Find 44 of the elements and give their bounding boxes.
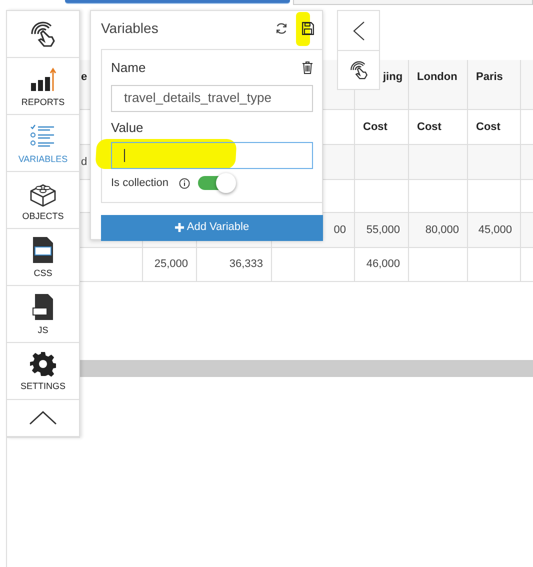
css-file-icon (30, 236, 56, 264)
js-file-icon (30, 293, 56, 321)
plus-icon (174, 223, 184, 232)
column-header: Paris (476, 70, 503, 85)
touch-icon (29, 20, 57, 48)
chevron-left-icon (352, 20, 364, 40)
table-cell-text: 46,000 (366, 257, 400, 272)
text-cursor (124, 149, 125, 162)
table-cell-text: 25,000 (154, 257, 188, 272)
column-header: Cost (417, 120, 442, 135)
name-input[interactable]: travel_details_travel_type (111, 84, 313, 112)
field-label: Is collection (111, 176, 168, 191)
chevron-up-icon (29, 411, 57, 425)
sidebar-item[interactable]: OBJECTS (7, 172, 79, 229)
table-cell-text: d (81, 154, 88, 170)
sidebar-item[interactable]: VARIABLES (7, 115, 79, 172)
settings-icon (30, 351, 56, 377)
sidebar-item[interactable]: JS (7, 286, 79, 343)
touch-icon (348, 60, 368, 80)
info-icon[interactable] (179, 178, 190, 189)
table-cell-text: 00 (334, 222, 346, 238)
sidebar-item[interactable]: SETTINGS (7, 343, 79, 400)
field-label: Name (111, 59, 146, 77)
column-header: Cost (363, 120, 388, 135)
sidebar-item[interactable]: REPORTS (7, 58, 79, 115)
column-header: London (417, 70, 458, 85)
save-icon[interactable] (302, 22, 314, 34)
horizontal-scrollbar[interactable] (80, 360, 533, 377)
panel-title: Variables (101, 18, 158, 38)
table-cell-text: 36,333 (229, 257, 263, 272)
refresh-icon[interactable] (275, 22, 288, 34)
table-cell-text: 80,000 (425, 222, 459, 238)
table-cell-text: 45,000 (478, 222, 512, 238)
sidebar-item[interactable]: CSS (7, 229, 79, 286)
toggle-switch[interactable] (198, 176, 234, 190)
bar-chart-icon (29, 65, 57, 93)
column-header: Cost (476, 120, 500, 135)
column-header: e (81, 70, 88, 85)
field-label: Value (111, 118, 144, 136)
add-variable-button[interactable]: Add Variable (101, 214, 323, 240)
column-header: jing (383, 70, 403, 85)
value-input[interactable] (111, 142, 313, 169)
trash-icon[interactable] (302, 61, 313, 74)
table-cell-text: 55,000 (366, 222, 400, 238)
